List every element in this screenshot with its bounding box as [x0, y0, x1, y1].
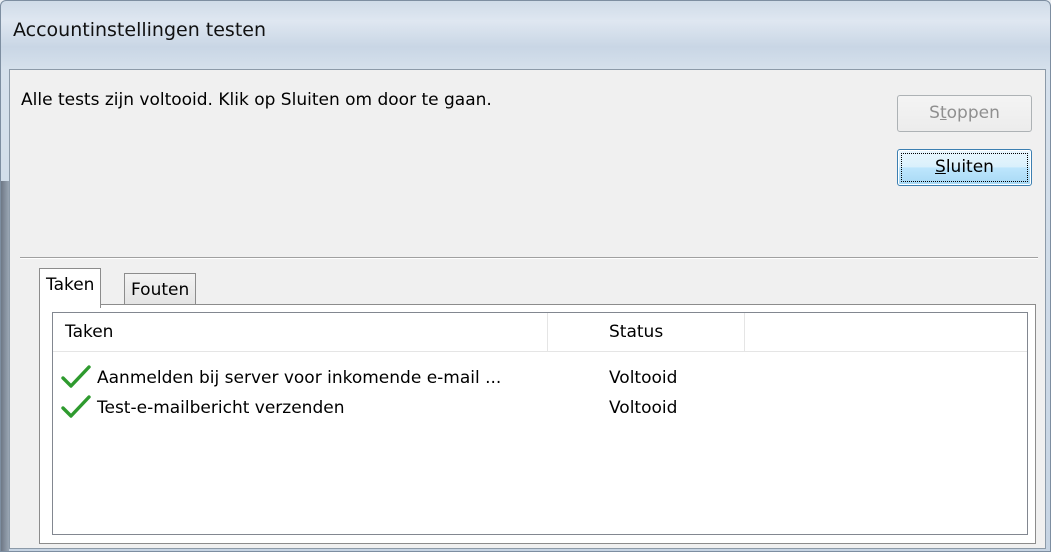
separator-line	[20, 257, 1038, 259]
tab-fouten-label: Fouten	[131, 280, 190, 300]
status-message: Alle tests zijn voltooid. Klik op Sluite…	[21, 90, 492, 110]
column-header-taken[interactable]: Taken	[65, 313, 113, 351]
tab-panel: Taken Status Aanmelden bij server voor i…	[39, 304, 1036, 544]
tab-taken[interactable]: Taken	[39, 268, 102, 308]
column-divider[interactable]	[744, 313, 745, 351]
column-divider[interactable]	[547, 313, 548, 351]
task-list[interactable]: Taken Status Aanmelden bij server voor i…	[52, 312, 1028, 535]
task-status: Voltooid	[609, 398, 678, 418]
task-status: Voltooid	[609, 368, 678, 388]
dialog-client-area: Alle tests zijn voltooid. Klik op Sluite…	[9, 69, 1046, 549]
table-row[interactable]: Test-e-mailbericht verzenden Voltooid	[53, 393, 1027, 423]
close-button[interactable]: Sluiten	[897, 149, 1032, 186]
task-name: Test-e-mailbericht verzenden	[97, 398, 345, 418]
table-row[interactable]: Aanmelden bij server voor inkomende e-ma…	[53, 363, 1027, 393]
stop-button-mnemonic: t	[939, 103, 947, 123]
tab-fouten[interactable]: Fouten	[124, 273, 197, 307]
column-header-status[interactable]: Status	[609, 313, 663, 351]
task-name: Aanmelden bij server voor inkomende e-ma…	[97, 368, 502, 388]
stop-button-label-post: oppen	[946, 103, 1000, 123]
list-header: Taken Status	[53, 313, 1027, 352]
stop-button-label-pre: S	[929, 103, 940, 123]
window-title: Accountinstellingen testen	[13, 19, 267, 41]
focus-rectangle	[901, 153, 1028, 182]
dialog-window: Accountinstellingen testen Alle tests zi…	[0, 0, 1051, 552]
tab-taken-label: Taken	[46, 275, 95, 295]
green-checkmark-icon	[61, 365, 91, 388]
green-checkmark-icon	[61, 395, 91, 418]
window-frame-edge	[1, 181, 9, 551]
stop-button[interactable]: Stoppen	[897, 95, 1032, 132]
